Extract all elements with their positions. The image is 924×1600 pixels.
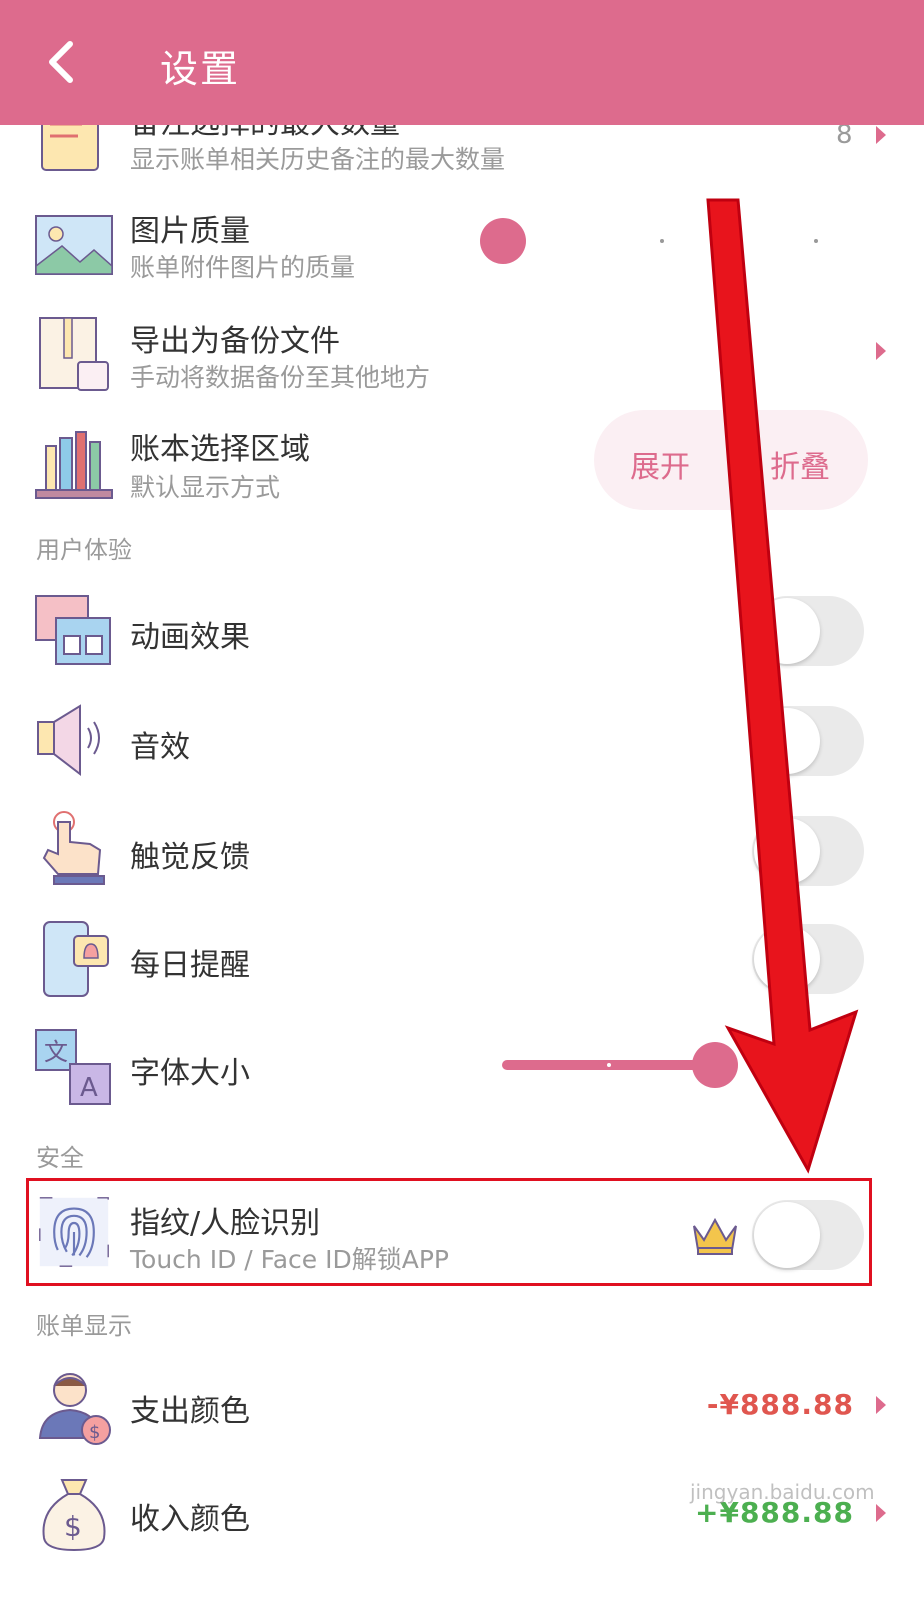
- slider-tick: [607, 1063, 611, 1067]
- money-bag-icon: $: [42, 1479, 106, 1552]
- sound-toggle[interactable]: [752, 706, 864, 776]
- chevron-right-icon: [876, 342, 886, 360]
- chevron-right-icon: [876, 1504, 886, 1522]
- person-dollar-icon: $: [38, 1373, 111, 1445]
- row-label: 动画效果: [130, 620, 250, 655]
- reminder-toggle[interactable]: [752, 924, 864, 994]
- row-label: 支出颜色: [130, 1394, 250, 1429]
- watermark: jingyan.baidu.com: [690, 1480, 875, 1504]
- svg-text:文: 文: [44, 1038, 68, 1066]
- toggle-knob: [754, 818, 820, 884]
- haptic-toggle[interactable]: [752, 816, 864, 886]
- toggle-knob: [754, 708, 820, 774]
- row-label: 触觉反馈: [130, 840, 250, 875]
- nav-bar: 设置: [0, 0, 924, 125]
- row-label: 账本选择区域: [130, 432, 310, 467]
- settings-list: 备注选择的最大数量 显示账单相关历史备注的最大数量 8 图片质量 账单附件图片的…: [0, 0, 924, 1600]
- row-label: 导出为备份文件: [130, 324, 340, 359]
- svg-text:A: A: [80, 1073, 98, 1103]
- animation-toggle[interactable]: [752, 596, 864, 666]
- phone-bell-icon: [43, 921, 109, 997]
- row-label: 图片质量: [130, 214, 250, 249]
- expand-option[interactable]: 展开: [630, 442, 690, 486]
- row-font-size: 文 A 字体大小: [0, 1026, 924, 1106]
- row-haptic: 触觉反馈: [0, 810, 924, 890]
- row-label: 每日提醒: [130, 948, 250, 983]
- chevron-right-icon: [876, 126, 886, 144]
- svg-text:$: $: [64, 1510, 82, 1543]
- expense-amount: -¥888.88: [706, 1388, 854, 1421]
- row-sublabel: 手动将数据备份至其他地方: [130, 363, 431, 392]
- animation-icon: [35, 595, 111, 665]
- row-book-area: 账本选择区域 默认显示方式 展开 折叠: [0, 410, 924, 510]
- slider-thumb[interactable]: [692, 1042, 738, 1088]
- slider-thumb[interactable]: [480, 218, 526, 264]
- font-size-slider[interactable]: [502, 1042, 740, 1088]
- row-sublabel: 默认显示方式: [130, 473, 281, 502]
- speaker-icon: [37, 704, 100, 777]
- svg-text:$: $: [89, 1422, 100, 1443]
- row-export-backup[interactable]: 导出为备份文件 手动将数据备份至其他地方: [0, 310, 924, 400]
- zip-file-icon: [39, 317, 109, 391]
- toggle-knob: [754, 926, 820, 992]
- slider-tick: [660, 239, 664, 243]
- row-sound: 音效: [0, 700, 924, 780]
- row-image-quality: 图片质量 账单附件图片的质量: [0, 200, 924, 290]
- toggle-knob: [754, 598, 820, 664]
- row-sublabel: 账单附件图片的质量: [130, 253, 356, 282]
- page-title: 设置: [160, 47, 241, 91]
- slider-tick: [814, 239, 818, 243]
- highlight-box: [26, 1178, 872, 1286]
- row-expense-color[interactable]: $ 支出颜色 -¥888.88: [0, 1366, 924, 1446]
- row-reminder: 每日提醒: [0, 918, 924, 998]
- touch-hand-icon: [42, 811, 105, 885]
- image-icon: [35, 215, 113, 275]
- back-chevron-icon[interactable]: [40, 40, 84, 84]
- collapse-option[interactable]: 折叠: [770, 442, 830, 486]
- row-animation: 动画效果: [0, 590, 924, 670]
- bookshelf-icon: [35, 431, 113, 499]
- row-sublabel: 显示账单相关历史备注的最大数量: [130, 145, 506, 174]
- chevron-right-icon: [876, 1396, 886, 1414]
- image-quality-slider[interactable]: [480, 218, 840, 264]
- section-header-bill-display: 账单显示: [36, 1312, 132, 1340]
- display-mode-segmented-control: 展开 折叠: [594, 410, 868, 510]
- section-header-security: 安全: [36, 1144, 84, 1172]
- slider-track: [502, 1060, 722, 1070]
- section-header-ux: 用户体验: [36, 536, 132, 564]
- translate-icon: 文 A: [35, 1029, 111, 1105]
- row-label: 收入颜色: [130, 1502, 250, 1537]
- row-label: 字体大小: [130, 1056, 250, 1091]
- row-label: 音效: [130, 730, 190, 765]
